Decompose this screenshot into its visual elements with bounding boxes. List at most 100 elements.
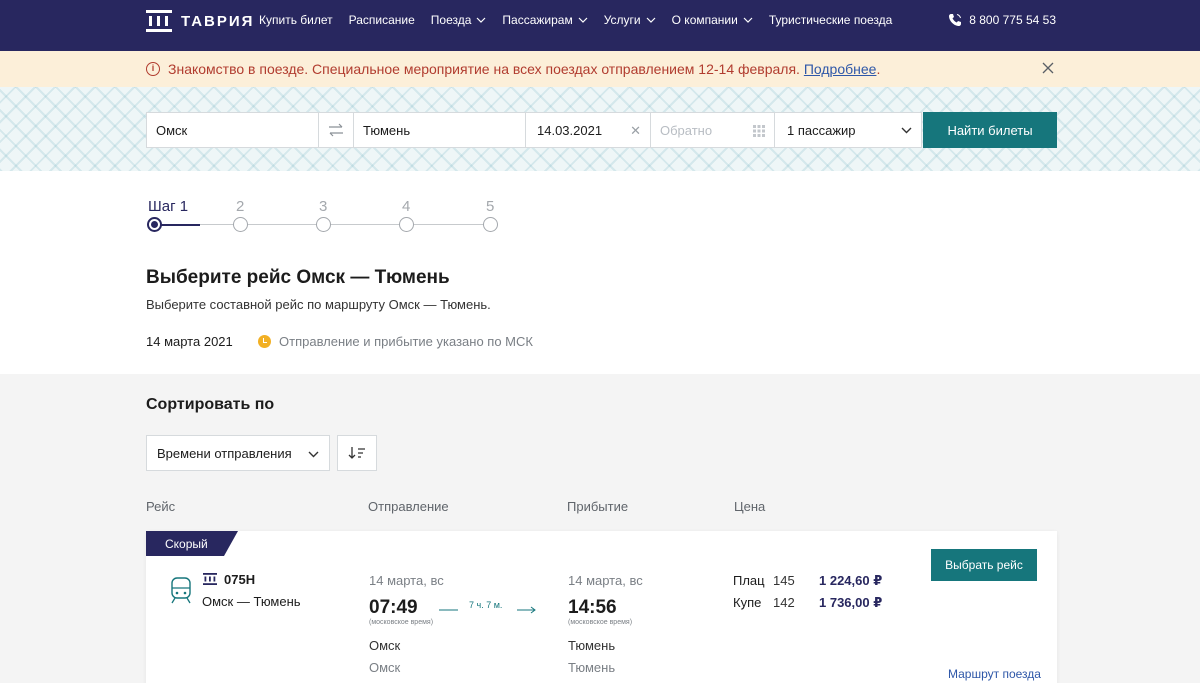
price-value: 1 224,60 ₽ [819, 573, 883, 588]
nav-label: Купить билет [259, 13, 333, 27]
close-icon[interactable] [1042, 62, 1054, 74]
nav-schedule[interactable]: Расписание [349, 13, 415, 27]
logo-text: ТАВРИЯ [181, 12, 255, 30]
step-2-dot [233, 217, 248, 232]
departure-date: 14 марта, вс [369, 573, 444, 588]
chevron-down-icon [578, 17, 588, 23]
seats-count: 142 [773, 595, 795, 610]
promo-alert: i Знакомство в поезде. Специальное мероп… [0, 51, 1200, 87]
departure-city: Омск [369, 660, 401, 675]
nav-label: Поезда [430, 13, 472, 27]
phone-number: 8 800 775 54 53 [969, 13, 1056, 27]
logo[interactable]: ТАВРИЯ [146, 10, 254, 32]
search-form: Омск Тюмень 14.03.2021 ✕ Обратно 1 пасса… [0, 87, 1200, 171]
phone-link[interactable]: 8 800 775 54 53 [948, 0, 1056, 40]
car-class: Плац [733, 573, 765, 588]
logo-icon [146, 10, 172, 32]
column-header-trip: Рейс [146, 499, 176, 514]
nav-about[interactable]: О компании [672, 13, 753, 27]
nav-buy-ticket[interactable]: Купить билет [259, 13, 333, 27]
passengers-value: 1 пассажир [787, 122, 856, 138]
alert-text: Знакомство в поезде. Специальное меропри… [168, 61, 800, 77]
column-header-arrival: Прибытие [567, 499, 629, 514]
step-2-label: 2 [236, 198, 245, 215]
step-5-dot [483, 217, 498, 232]
nav-tourist-trains[interactable]: Туристические поезда [769, 13, 892, 27]
trip-card: Скорый 075Н Омск — Тюмень 14 марта, вс 0… [146, 531, 1057, 683]
nav-trains[interactable]: Поезда [431, 13, 487, 27]
nav-label: Расписание [348, 13, 415, 27]
departure-time: 07:49 [369, 597, 418, 618]
alert-message: Знакомство в поезде. Специальное меропри… [168, 61, 880, 77]
clock-icon [258, 335, 271, 348]
return-date-field[interactable]: Обратно [650, 112, 775, 148]
page-title: Выберите рейс Омск — Тюмень [146, 267, 450, 288]
price-value: 1 736,00 ₽ [819, 595, 883, 610]
train-icon [171, 577, 191, 604]
car-class: Купе [733, 595, 762, 610]
step-5-label: 5 [486, 198, 495, 215]
steps-section: Шаг 1 2 3 4 5 Выберите рейс Омск — Тюмен… [0, 171, 1200, 374]
step-progress-line [160, 224, 200, 226]
to-field[interactable]: Тюмень [353, 112, 526, 148]
nav-services[interactable]: Услуги [604, 13, 656, 27]
info-icon: i [146, 62, 160, 76]
nav-label: Услуги [603, 13, 641, 27]
swap-icon [329, 123, 343, 137]
swap-button[interactable] [318, 112, 354, 148]
chevron-down-icon [646, 17, 656, 23]
step-4-label: 4 [402, 198, 411, 215]
choose-trip-button[interactable]: Выбрать рейс [931, 549, 1037, 581]
passengers-select[interactable]: 1 пассажир [774, 112, 922, 148]
departure-station: Омск [369, 638, 401, 653]
clear-icon[interactable]: ✕ [630, 123, 641, 139]
train-route-link[interactable]: Маршрут поезда [948, 667, 1041, 681]
column-header-price: Цена [734, 499, 766, 514]
trip-duration: 7 ч. 7 м. [437, 600, 537, 614]
sort-value: Времени отправления [157, 445, 292, 461]
nav-label: Туристические поезда [768, 13, 893, 27]
date-value: 14.03.2021 [537, 122, 603, 138]
chevron-down-icon [476, 17, 486, 23]
train-type-badge: Скорый [146, 531, 238, 556]
chevron-down-icon [308, 451, 319, 458]
date-field[interactable]: 14.03.2021 ✕ [525, 112, 651, 148]
calendar-icon [753, 125, 765, 137]
column-header-departure: Отправление [368, 499, 449, 514]
step-4-dot [399, 217, 414, 232]
main-nav: Купить билет Расписание Поезда Пассажира… [259, 0, 908, 40]
arrival-time: 14:56 [568, 597, 617, 618]
trip-date: 14 марта 2021 [146, 334, 233, 349]
timezone-note: Отправление и прибытие указано по МСК [279, 334, 533, 349]
company-logo-icon [203, 573, 217, 585]
duration-text: 7 ч. 7 м. [469, 600, 503, 610]
departure-tz: (московское время) [369, 619, 434, 626]
alert-more-link[interactable]: Подробнее [804, 61, 877, 77]
sort-title: Сортировать по [146, 396, 275, 413]
step-1-label: Шаг 1 [148, 198, 189, 215]
chevron-down-icon [743, 17, 753, 23]
badge-text: Скорый [165, 536, 208, 551]
from-field[interactable]: Омск [146, 112, 319, 148]
return-placeholder: Обратно [660, 122, 713, 138]
price-row: Плац 145 1 224,60 ₽ [733, 573, 882, 589]
from-value: Омск [156, 122, 188, 138]
sort-order-button[interactable] [337, 435, 377, 471]
find-tickets-button[interactable]: Найти билеты [923, 112, 1057, 148]
nav-passengers[interactable]: Пассажирам [502, 13, 588, 27]
nav-label: Пассажирам [502, 13, 573, 27]
alert-suffix: . [876, 61, 881, 77]
seats-count: 145 [773, 573, 795, 588]
sort-descending-icon [348, 447, 365, 459]
page-subtitle: Выберите составной рейс по маршруту Омск… [146, 297, 491, 312]
arrival-city: Тюмень [568, 660, 616, 675]
arrival-date: 14 марта, вс [568, 573, 643, 588]
arrival-tz: (московское время) [568, 619, 633, 626]
chevron-down-icon [901, 127, 912, 134]
step-3-dot [316, 217, 331, 232]
step-1-dot [147, 217, 162, 232]
step-3-label: 3 [319, 198, 328, 215]
top-navbar: ТАВРИЯ Купить билет Расписание Поезда Па… [0, 0, 1200, 51]
sort-select[interactable]: Времени отправления [146, 435, 330, 471]
price-row: Купе 142 1 736,00 ₽ [733, 595, 882, 611]
